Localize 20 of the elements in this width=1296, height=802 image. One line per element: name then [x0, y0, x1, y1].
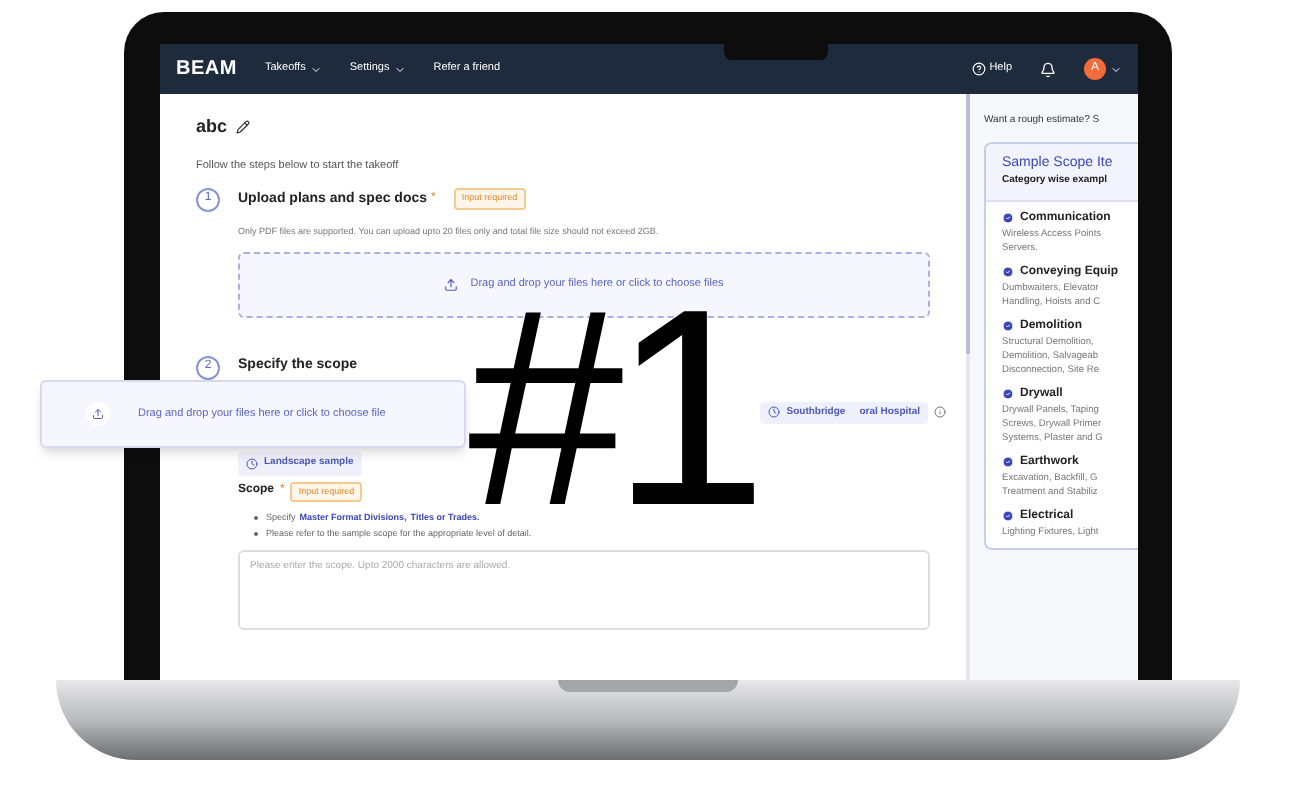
- check-icon: [1002, 212, 1014, 224]
- bell-icon[interactable]: [1040, 61, 1056, 77]
- check-icon: [1002, 320, 1014, 332]
- edit-icon[interactable]: [235, 120, 250, 135]
- upload-icon: [92, 408, 104, 420]
- caret-icon: [309, 63, 322, 75]
- clock-icon: [768, 406, 781, 419]
- check-icon: [1002, 510, 1014, 522]
- check-icon: [1002, 388, 1014, 400]
- info-icon[interactable]: [934, 406, 946, 419]
- check-icon: [1002, 456, 1014, 468]
- camera-notch-icon: [724, 40, 828, 60]
- upload-icon: [444, 277, 459, 291]
- caret-icon: [1110, 63, 1122, 75]
- project-title: abc: [196, 114, 228, 140]
- clock-icon: [246, 457, 258, 470]
- caret-icon: [393, 63, 406, 75]
- help-icon: [971, 62, 986, 76]
- check-icon: [1002, 266, 1014, 278]
- logo[interactable]: BEAM: [176, 54, 237, 84]
